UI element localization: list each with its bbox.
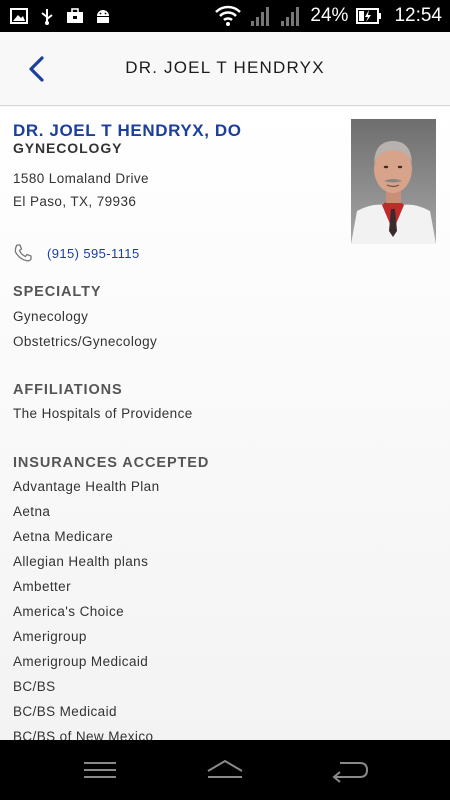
briefcase-icon (67, 8, 83, 23)
list-item: BC/BS of New Mexico (13, 729, 154, 740)
status-bar: 24% 12:54 (0, 0, 450, 32)
list-item: The Hospitals of Providence (13, 406, 193, 421)
back-nav-button[interactable] (330, 757, 370, 783)
wifi-icon (215, 5, 242, 26)
list-item: Aetna (13, 504, 51, 519)
doctor-photo (351, 119, 436, 244)
app-header: DR. JOEL T HENDRYX (0, 32, 450, 106)
address-line-2: El Paso, TX, 79936 (13, 194, 137, 209)
list-item: Advantage Health Plan (13, 479, 160, 494)
signal-icon (281, 7, 300, 26)
phone-icon (14, 244, 32, 262)
list-item: America's Choice (13, 604, 125, 619)
section-title-specialty: SPECIALTY (13, 284, 102, 300)
doctor-specialty: GYNECOLOGY (13, 140, 123, 156)
usb-icon (41, 9, 53, 25)
android-icon (97, 10, 109, 23)
list-item: Gynecology (13, 309, 89, 324)
list-item: BC/BS Medicaid (13, 704, 117, 719)
list-item: Ambetter (13, 579, 71, 594)
home-icon (207, 759, 243, 778)
back-arrow-icon (332, 762, 369, 783)
doctor-detail-scroll[interactable]: DR. JOEL T HENDRYX, DO GYNECOLOGY 1580 L… (0, 107, 450, 740)
list-item: Amerigroup Medicaid (13, 654, 149, 669)
phone-number[interactable]: (915) 595-1115 (47, 246, 140, 261)
list-item: BC/BS (13, 679, 56, 694)
battery-percent: 24% (310, 5, 349, 26)
address-line-1: 1580 Lomaland Drive (13, 171, 149, 186)
list-item: Allegian Health plans (13, 554, 149, 569)
image-icon (10, 8, 28, 24)
section-title-insurances: INSURANCES ACCEPTED (13, 455, 210, 471)
battery-charging-icon (356, 8, 382, 24)
clock: 12:54 (394, 5, 442, 26)
doctor-name: DR. JOEL T HENDRYX, DO (13, 121, 242, 140)
signal-icon (251, 7, 270, 26)
page-title: DR. JOEL T HENDRYX (125, 58, 325, 77)
menu-icon (84, 762, 116, 778)
menu-button[interactable] (80, 757, 120, 783)
list-item: Obstetrics/Gynecology (13, 334, 158, 349)
home-button[interactable] (205, 757, 245, 783)
section-title-affiliations: AFFILIATIONS (13, 382, 123, 398)
list-item: Amerigroup (13, 629, 87, 644)
phone-link[interactable]: (915) 595-1115 (13, 243, 140, 263)
list-item: Aetna Medicare (13, 529, 114, 544)
system-nav-bar (0, 740, 450, 800)
